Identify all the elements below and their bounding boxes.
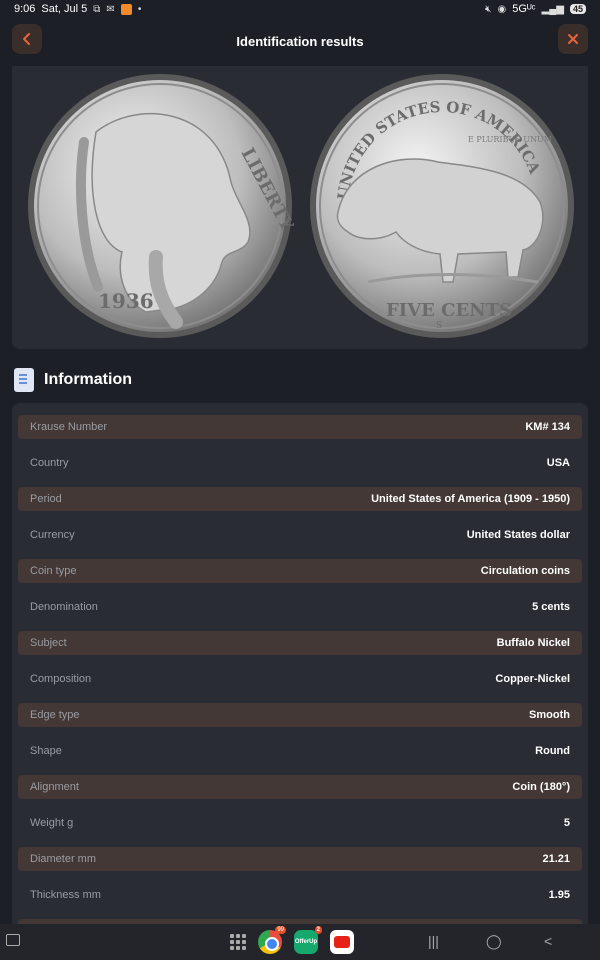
info-row: Diameter mm 21.21 xyxy=(18,847,582,871)
offerup-badge: 2 xyxy=(314,926,322,934)
info-row-label: Subject xyxy=(30,637,67,649)
info-row-value: United States of America (1909 - 1950) xyxy=(371,493,570,505)
coin-obverse-image[interactable]: LIBERTY 1936 xyxy=(26,72,294,340)
coin-reverse-image[interactable]: UNITED STATES OF AMERICA E PLURIBUS UNUM… xyxy=(308,72,576,340)
info-row-label: Edge type xyxy=(30,709,80,721)
app-notification-icon xyxy=(120,3,132,15)
status-time: 9:06 xyxy=(14,3,36,15)
info-row-label: Denomination xyxy=(30,601,98,613)
notification-icon: ✉ xyxy=(106,3,115,15)
info-row-label: Thickness mm xyxy=(30,889,101,901)
offerup-icon[interactable]: OfferUp 2 xyxy=(294,926,322,954)
page-title: Identification results xyxy=(236,33,364,49)
navigation-bar: 99 OfferUp 2 ||| ◯ < xyxy=(0,924,600,960)
info-row: Alignment Coin (180°) xyxy=(18,775,582,799)
signal-icon: ▂▄▆ xyxy=(541,3,564,15)
info-row-value: Circulation coins xyxy=(480,565,570,577)
coin-reverse-mintmark: S xyxy=(436,321,442,331)
app-drawer-icon[interactable] xyxy=(230,934,246,950)
info-row: Country USA xyxy=(18,451,582,475)
info-row: Composition Copper-Nickel xyxy=(18,667,582,691)
info-row-value: 5 cents xyxy=(532,601,570,613)
info-row-value: Buffalo Nickel xyxy=(496,637,570,649)
more-dot-icon: • xyxy=(137,3,142,15)
info-row: Edge type Smooth xyxy=(18,703,582,727)
back-button[interactable] xyxy=(12,24,42,54)
document-icon xyxy=(14,368,34,392)
info-row-label: Weight g xyxy=(30,817,74,829)
info-row: Denomination 5 cents xyxy=(18,595,582,619)
info-row: Shape Round xyxy=(18,739,582,763)
info-row-value: Round xyxy=(535,745,570,757)
info-row-value: 21.21 xyxy=(542,853,570,865)
home-icon[interactable]: ◯ xyxy=(486,933,502,950)
chrome-icon[interactable]: 99 xyxy=(258,926,286,954)
information-title: Information xyxy=(44,371,132,388)
information-table: Krause Number KM# 134 Country USA Period Unit… xyxy=(12,403,588,933)
info-row-value: KM# 134 xyxy=(525,421,570,433)
coin-image-panel: LIBERTY 1936 UNITED STATES OF AMERICA E … xyxy=(12,66,588,349)
coin-reverse-motto: E PLURIBUS UNUM xyxy=(468,135,552,144)
coin-obverse-year: 1936 xyxy=(98,289,154,313)
taskbar-apps: 99 OfferUp 2 xyxy=(230,926,354,954)
information-heading: Information xyxy=(14,366,132,394)
mute-icon: 🔇︎ xyxy=(485,3,492,15)
info-row: Weight g 5 xyxy=(18,811,582,835)
info-row-label: Composition xyxy=(30,673,92,685)
info-row-value: 5 xyxy=(563,817,570,829)
close-icon xyxy=(568,34,578,44)
info-row: Thickness mm 1.95 xyxy=(18,883,582,907)
info-row-label: Diameter mm xyxy=(30,853,97,865)
location-icon: ◉ xyxy=(497,3,507,15)
info-row-value: USA xyxy=(546,457,570,469)
info-row: Subject Buffalo Nickel xyxy=(18,631,582,655)
network-indicator: 5Gᵁᶜ xyxy=(512,3,536,15)
coin-reverse-denomination: FIVE CENTS xyxy=(386,300,512,321)
info-row-label: Currency xyxy=(30,529,75,541)
info-row-value: United States dollar xyxy=(466,529,570,541)
close-button[interactable] xyxy=(558,24,588,54)
info-row-value: Copper-Nickel xyxy=(495,673,570,685)
info-row-value: Smooth xyxy=(529,709,570,721)
info-row-value: Coin (180°) xyxy=(512,781,570,793)
info-row-label: Krause Number xyxy=(30,421,108,433)
info-row-label: Coin type xyxy=(30,565,77,577)
offerup-label: OfferUp xyxy=(294,939,318,945)
status-bar: 9:06 Sat, Jul 5 ⧉ ✉ • 🔇︎ ◉ 5Gᵁᶜ ▂▄▆ 45 xyxy=(0,0,600,18)
info-row-label: Alignment xyxy=(30,781,79,793)
status-date: Sat, Jul 5 xyxy=(41,3,88,15)
youtube-icon[interactable] xyxy=(330,930,354,954)
info-row-label: Country xyxy=(30,457,69,469)
back-nav-icon[interactable]: < xyxy=(544,933,552,949)
chrome-badge: 99 xyxy=(275,926,286,934)
info-row: Coin type Circulation coins xyxy=(18,559,582,583)
info-row-label: Shape xyxy=(30,745,62,757)
info-row-label: Period xyxy=(30,493,62,505)
info-row-value: 1.95 xyxy=(548,889,570,901)
chevron-left-icon xyxy=(23,33,30,45)
recent-apps-icon[interactable]: ||| xyxy=(428,933,439,949)
info-row: Period United States of America (1909 - 1… xyxy=(18,487,582,511)
info-row: Currency United States dollar xyxy=(18,523,582,547)
accessibility-icon[interactable] xyxy=(6,934,20,946)
battery-indicator: 45 xyxy=(569,4,586,14)
screenshot-icon: ⧉ xyxy=(93,3,101,15)
app-header: Identification results xyxy=(0,18,600,64)
info-row: Krause Number KM# 134 xyxy=(18,415,582,439)
